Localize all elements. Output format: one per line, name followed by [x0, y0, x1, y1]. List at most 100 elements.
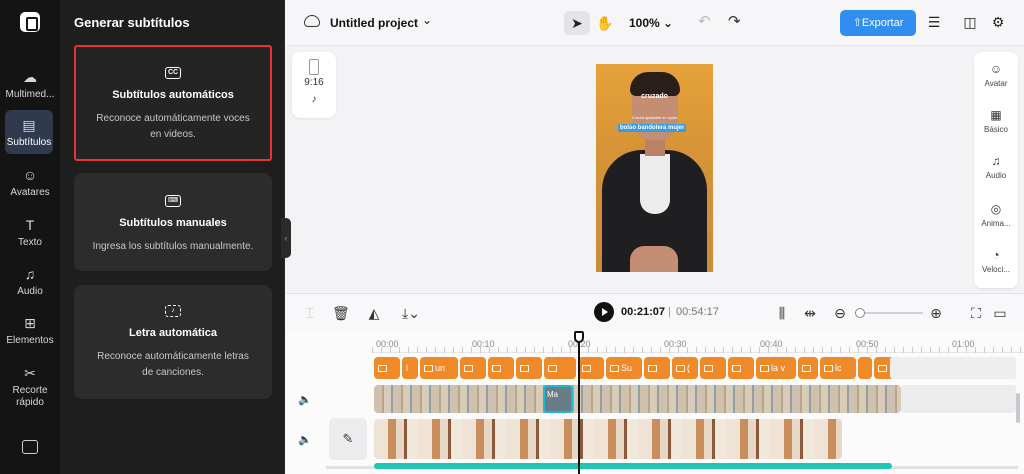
sidebar-item-audio[interactable]: ♫ Audio: [0, 265, 60, 298]
subtitle-clip[interactable]: [728, 357, 754, 379]
tick-label: 00:10: [472, 339, 495, 349]
tool-basic[interactable]: ▦ Básico: [974, 108, 1018, 134]
subtitle-clip[interactable]: [644, 357, 670, 379]
selected-clip-label: Ma: [547, 390, 559, 399]
tool-audio[interactable]: ♫ Audio: [974, 154, 1018, 180]
export-label: Exportar: [861, 17, 904, 29]
keyboard-icon: ⌨: [165, 195, 181, 207]
cc-icon: [464, 365, 473, 373]
subtitle-clip-text: l: [406, 363, 408, 373]
sidebar-item-media[interactable]: ☁ Multimed...: [0, 68, 60, 101]
zoom-slider-handle[interactable]: [855, 308, 865, 318]
collapse-panel-button[interactable]: ‹: [281, 218, 291, 258]
zoom-level[interactable]: 100% ⌄: [629, 16, 673, 30]
project-name[interactable]: Untitled project: [330, 16, 418, 30]
app-logo[interactable]: [20, 12, 40, 32]
subtitle-clip-text: la v: [771, 363, 786, 373]
subtitle-clip[interactable]: [798, 357, 818, 379]
zoom-out-icon[interactable]: ⊖: [832, 305, 848, 322]
mirror-icon[interactable]: ◭: [366, 305, 382, 322]
subtitle-clip[interactable]: [488, 357, 514, 379]
timeline-scrollbar[interactable]: [1016, 393, 1020, 423]
layers-icon[interactable]: ☰: [926, 14, 942, 30]
aspect-ratio-label: 9:16: [304, 77, 324, 88]
time-ruler[interactable]: 00:00 00:10 00:20 00:30 00:40 00:50 01:0…: [372, 331, 1024, 353]
snap-icon[interactable]: ⫼: [774, 305, 790, 322]
cc-icon: [824, 365, 833, 373]
subtitle-clip[interactable]: [374, 357, 400, 379]
tool-label: Anima...: [981, 219, 1011, 228]
subtitle-clip[interactable]: la v: [756, 357, 796, 379]
animation-icon: ◎: [990, 202, 1002, 216]
zoom-in-icon[interactable]: ⊕: [928, 305, 944, 322]
cc-icon: [548, 365, 557, 373]
zoom-slider-track[interactable]: [855, 312, 923, 314]
aspect-ratio-card[interactable]: 9:16 ♪: [292, 52, 336, 118]
video-track[interactable]: [374, 385, 901, 413]
select-pointer-icon[interactable]: ➤: [564, 11, 590, 35]
subtitle-clip[interactable]: [460, 357, 486, 379]
split-clip-icon[interactable]: ⇹: [802, 305, 818, 322]
playhead-handle[interactable]: [574, 331, 584, 343]
manual-subtitles-card[interactable]: ⌨ Subtítulos manuales Ingresa los subtít…: [74, 173, 272, 271]
play-button[interactable]: [594, 302, 614, 322]
edit-pencil-icon[interactable]: ✎: [329, 418, 367, 460]
subtitle-clip[interactable]: (: [672, 357, 698, 379]
export-button[interactable]: ⇧Exportar: [840, 10, 916, 36]
subtitle-clip[interactable]: [700, 357, 726, 379]
undo-icon[interactable]: ↶: [698, 12, 711, 30]
download-icon[interactable]: ⤓⌄: [398, 305, 424, 322]
subtitle-clip[interactable]: [858, 357, 872, 379]
gear-icon[interactable]: ⚙: [990, 14, 1006, 30]
subtitle-clip[interactable]: un: [420, 357, 458, 379]
subtitle-clip[interactable]: [516, 357, 542, 379]
cc-icon: [520, 365, 529, 373]
subtitle-clip[interactable]: [544, 357, 576, 379]
subtitle-clip[interactable]: [578, 357, 604, 379]
tool-animation[interactable]: ◎ Anima...: [974, 202, 1018, 228]
layout-split-icon[interactable]: ◫: [962, 14, 978, 30]
sidebar-item-text[interactable]: T Texto: [0, 216, 60, 249]
card-title: Letra automática: [128, 327, 218, 339]
left-rail: ☁ Multimed... ▤ Subtítulos ☺ Avatares T …: [0, 0, 60, 474]
tool-avatar[interactable]: ☺ Avatar: [974, 62, 1018, 88]
subtitle-track[interactable]: l un Su ( la v lc: [374, 357, 894, 379]
bottom-track-clip[interactable]: [374, 463, 892, 469]
comment-icon[interactable]: ▭: [992, 305, 1008, 322]
tool-label: Audio: [985, 171, 1007, 180]
speaker-icon[interactable]: 🔈: [298, 433, 312, 446]
chevron-down-icon[interactable]: ⌄: [422, 13, 432, 27]
product-image-track[interactable]: [374, 419, 842, 459]
text-icon: T: [25, 217, 35, 233]
tool-speed[interactable]: ◔ Veloci...: [974, 248, 1018, 274]
split-icon[interactable]: ⌶: [302, 305, 318, 322]
subtitle-clip-text: (: [687, 363, 690, 373]
tick-label: 00:50: [856, 339, 879, 349]
redo-icon[interactable]: ↷: [728, 12, 741, 30]
playhead-line[interactable]: [578, 332, 580, 474]
video-preview[interactable]: cruzado Correa ajustable en nylon bolso …: [596, 64, 713, 272]
sidebar-item-quick-cut[interactable]: ✂ Recorte rápido: [0, 364, 60, 409]
card-title: Subtítulos manuales: [119, 217, 227, 229]
subtitle-clip[interactable]: l: [402, 357, 418, 379]
speaker-icon[interactable]: 🔈: [298, 393, 312, 406]
auto-subtitles-card[interactable]: CC Subtítulos automáticos Reconoce autom…: [74, 45, 272, 161]
keyboard-shortcuts-icon[interactable]: [22, 440, 38, 454]
sidebar-item-avatars[interactable]: ☺ Avatares: [0, 166, 60, 199]
cloud-save-icon[interactable]: [304, 15, 320, 27]
auto-lyrics-card[interactable]: ♪ Letra automática Reconoce automáticame…: [74, 285, 272, 399]
sidebar-item-subtitles[interactable]: ▤ Subtítulos: [5, 110, 53, 154]
zoom-value: 100%: [629, 16, 660, 30]
tick-label: 00:30: [664, 339, 687, 349]
sidebar-item-elements[interactable]: ⊞ Elementos: [0, 314, 60, 347]
card-description: Ingresa los subtítulos manualmente.: [92, 241, 254, 252]
subtitle-clip[interactable]: Su: [606, 357, 642, 379]
fullscreen-icon[interactable]: ⛶: [968, 305, 984, 322]
selected-video-clip[interactable]: Ma: [543, 385, 573, 413]
cc-icon: [802, 365, 811, 373]
music-note-icon: ♫: [991, 154, 1001, 168]
music-note-icon: ♫: [24, 266, 36, 282]
hand-pan-icon[interactable]: ✋: [592, 11, 618, 35]
subtitle-clip[interactable]: lc: [820, 357, 856, 379]
trash-icon[interactable]: 🗑: [332, 305, 350, 322]
